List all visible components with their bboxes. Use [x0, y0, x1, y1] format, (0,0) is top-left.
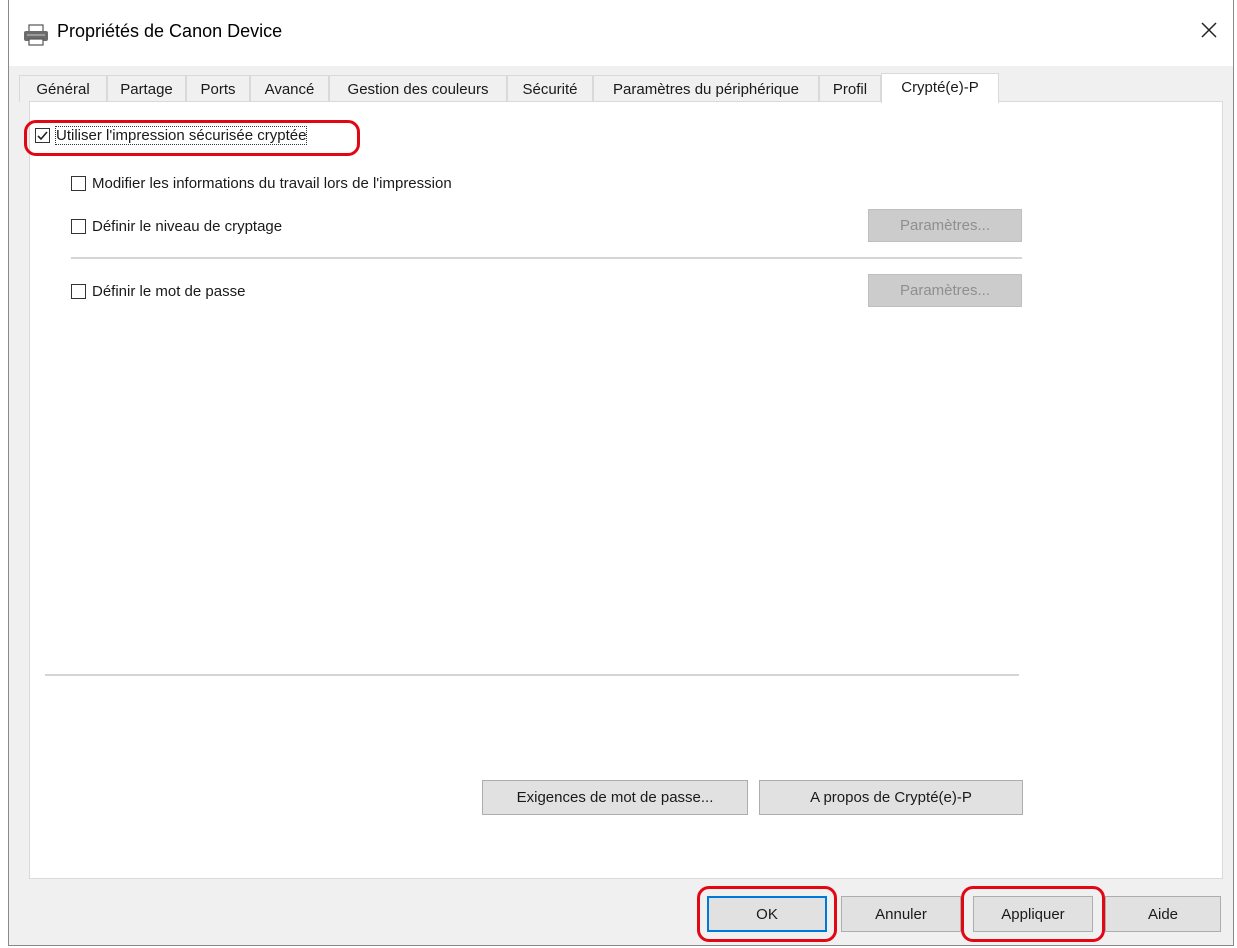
modify-job-info-checkbox[interactable]: Modifier les informations du travail lor…: [71, 175, 452, 192]
checkbox-box: [35, 128, 50, 143]
about-crypte-p-button[interactable]: A propos de Crypté(e)-P: [759, 780, 1023, 815]
tab-avance[interactable]: Avancé: [250, 75, 329, 102]
help-button[interactable]: Aide: [1105, 896, 1221, 932]
checkbox-box: [71, 284, 86, 299]
close-button[interactable]: [1191, 14, 1227, 50]
set-encryption-level-label: Définir le niveau de cryptage: [92, 218, 283, 235]
encryption-settings-button[interactable]: Paramètres...: [868, 209, 1022, 242]
use-secure-print-label: Utiliser l'impression sécurisée cryptée: [54, 126, 308, 145]
properties-dialog: Propriétés de Canon Device Général Parta…: [8, 0, 1234, 946]
tab-profil[interactable]: Profil: [819, 75, 881, 102]
tab-crypte-p[interactable]: Crypté(e)-P: [881, 73, 999, 103]
apply-button[interactable]: Appliquer: [973, 896, 1093, 932]
tab-parametres-peripherique[interactable]: Paramètres du périphérique: [593, 75, 819, 102]
password-settings-button[interactable]: Paramètres...: [868, 274, 1022, 307]
modify-job-info-label: Modifier les informations du travail lor…: [92, 175, 452, 192]
printer-icon: [23, 24, 49, 46]
set-password-label: Définir le mot de passe: [92, 283, 246, 300]
window-title: Propriétés de Canon Device: [57, 21, 283, 41]
tab-panel-crypte-p: Utiliser l'impression sécurisée cryptée …: [24, 101, 1223, 879]
password-requirements-button[interactable]: Exigences de mot de passe...: [482, 780, 748, 815]
checkmark-icon: [37, 131, 48, 141]
separator: [45, 674, 1019, 676]
ok-button[interactable]: OK: [707, 896, 827, 932]
checkbox-box: [71, 176, 86, 191]
tab-gestion-couleurs[interactable]: Gestion des couleurs: [329, 75, 507, 102]
use-secure-print-checkbox[interactable]: Utiliser l'impression sécurisée cryptée: [35, 126, 308, 145]
set-password-checkbox[interactable]: Définir le mot de passe: [71, 283, 245, 300]
title-bar: Propriétés de Canon Device: [9, 0, 1233, 66]
checkbox-box: [71, 219, 86, 234]
separator: [71, 257, 1022, 259]
close-icon: [1201, 22, 1217, 42]
cancel-button[interactable]: Annuler: [841, 896, 961, 932]
tab-general[interactable]: Général: [19, 75, 107, 102]
tab-ports[interactable]: Ports: [186, 75, 250, 102]
tab-partage[interactable]: Partage: [107, 75, 186, 102]
tab-securite[interactable]: Sécurité: [507, 75, 593, 102]
set-encryption-level-checkbox[interactable]: Définir le niveau de cryptage: [71, 218, 282, 235]
